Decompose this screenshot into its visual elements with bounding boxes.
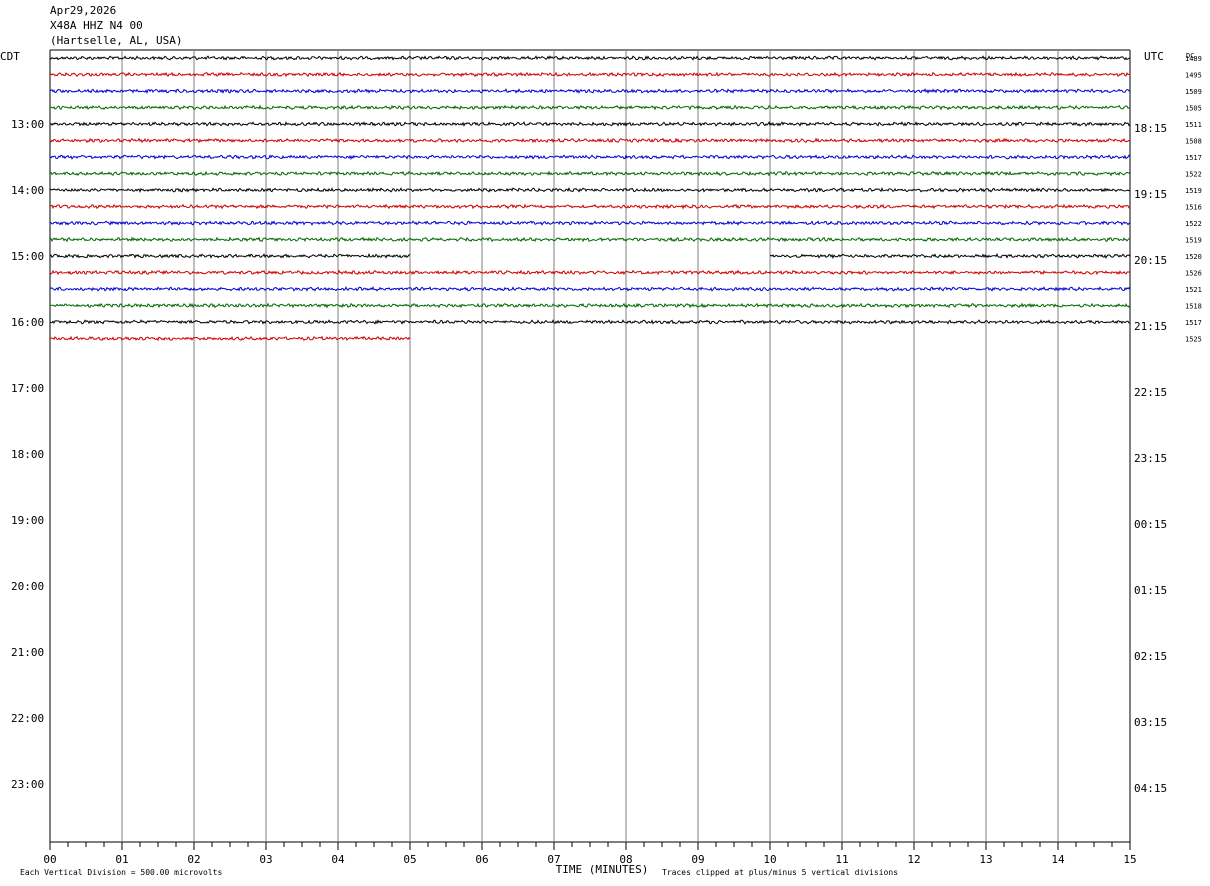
trace-line — [49, 121, 1131, 128]
right-hour-labels: 18:15 19:15 20:15 21:15 22:15 23:15 00:15 01:15… — [1134, 122, 1167, 795]
left-hour-label: 21:00 — [11, 646, 44, 659]
x-tick-label: 10 — [763, 853, 776, 866]
trace-line — [49, 335, 411, 342]
trace-line — [49, 236, 1131, 243]
x-tick-label: 05 — [403, 853, 416, 866]
dc-value: 1509 — [1185, 88, 1202, 96]
x-tick-label: 14 — [1051, 853, 1065, 866]
dc-value: 1516 — [1185, 204, 1202, 212]
trace-line — [49, 302, 1131, 309]
dc-values: 1489 1495 1509 1505 1511 1508 1517 1522 1519 1516… — [1185, 55, 1202, 344]
x-tick-label: 11 — [835, 853, 848, 866]
right-hour-label: 04:15 — [1134, 782, 1167, 795]
dc-value: 1511 — [1185, 121, 1202, 129]
dc-value: 1526 — [1185, 270, 1202, 278]
x-tick-label: 12 — [907, 853, 920, 866]
dc-value: 1517 — [1185, 154, 1202, 162]
right-hour-label: 00:15 — [1134, 518, 1167, 531]
dc-value: 1525 — [1185, 336, 1202, 344]
trace-line — [49, 285, 1131, 292]
left-hour-label: 22:00 — [11, 712, 44, 725]
scale-note: Each Vertical Division = 500.00 microvol… — [20, 868, 222, 877]
x-tick-label: 13 — [979, 853, 992, 866]
trace-line — [49, 269, 1131, 276]
x-tick-label: 09 — [691, 853, 704, 866]
dc-value: 1495 — [1185, 72, 1202, 80]
dc-value: 1521 — [1185, 286, 1202, 294]
x-tick-label: 04 — [331, 853, 345, 866]
trace-line — [49, 203, 1131, 210]
clip-note: Traces clipped at plus/minus 5 vertical … — [662, 868, 898, 877]
right-hour-label: 03:15 — [1134, 716, 1167, 729]
left-timezone-label: CDT — [0, 50, 20, 63]
trace-line — [49, 104, 1131, 111]
right-hour-label: 01:15 — [1134, 584, 1167, 597]
trace-line — [49, 252, 411, 259]
dc-value: 1519 — [1185, 187, 1202, 195]
x-tick-label: 03 — [259, 853, 272, 866]
dc-value: 1505 — [1185, 105, 1202, 113]
left-hour-label: 16:00 — [11, 316, 44, 329]
trace-line — [49, 137, 1131, 144]
left-hour-label: 23:00 — [11, 778, 44, 791]
dc-value: 1519 — [1185, 237, 1202, 245]
left-hour-label: 14:00 — [11, 184, 44, 197]
minute-grid — [49, 49, 1131, 843]
x-tick-label: 02 — [187, 853, 200, 866]
x-tick-label: 06 — [475, 853, 488, 866]
right-hour-label: 18:15 — [1134, 122, 1167, 135]
right-timezone-label: UTC — [1144, 50, 1164, 63]
dc-value: 1522 — [1185, 171, 1202, 179]
dc-value: 1508 — [1185, 138, 1202, 146]
left-hour-label: 19:00 — [11, 514, 44, 527]
left-hour-label: 20:00 — [11, 580, 44, 593]
seismogram-chart: CDT UTC DC 13:0014:0015:0016:0017:0018:0… — [0, 49, 1202, 877]
x-tick-label: 15 — [1123, 853, 1136, 866]
trace-line — [49, 71, 1131, 78]
x-axis-title: TIME (MINUTES) — [556, 863, 649, 876]
trace-line — [49, 88, 1131, 95]
x-tick-label: 00 — [43, 853, 56, 866]
right-hour-label: 23:15 — [1134, 452, 1167, 465]
dc-value: 1522 — [1185, 220, 1202, 228]
x-tick-label: 01 — [115, 853, 128, 866]
dc-value: 1518 — [1185, 303, 1202, 311]
left-hour-label: 15:00 — [11, 250, 44, 263]
trace-line — [49, 170, 1131, 177]
dc-value: 1520 — [1185, 253, 1202, 261]
trace-group — [49, 55, 1131, 342]
left-hour-label: 17:00 — [11, 382, 44, 395]
trace-line — [769, 252, 1131, 260]
left-hour-label: 18:00 — [11, 448, 44, 461]
trace-line — [49, 55, 1131, 61]
right-hour-label: 02:15 — [1134, 650, 1167, 663]
trace-line — [49, 220, 1131, 226]
dc-value: 1489 — [1185, 55, 1202, 63]
right-hour-label: 19:15 — [1134, 188, 1167, 201]
right-hour-label: 22:15 — [1134, 386, 1167, 399]
right-hour-label: 20:15 — [1134, 254, 1167, 267]
trace-line — [49, 186, 1131, 193]
dc-value: 1517 — [1185, 319, 1202, 327]
trace-line — [49, 319, 1131, 325]
left-hour-label: 13:00 — [11, 118, 44, 131]
trace-line — [49, 154, 1131, 161]
right-hour-label: 21:15 — [1134, 320, 1167, 333]
left-hour-labels: 13:00 14:00 15:00 16:00 17:00 18:00 19:00 20:00… — [11, 118, 44, 791]
